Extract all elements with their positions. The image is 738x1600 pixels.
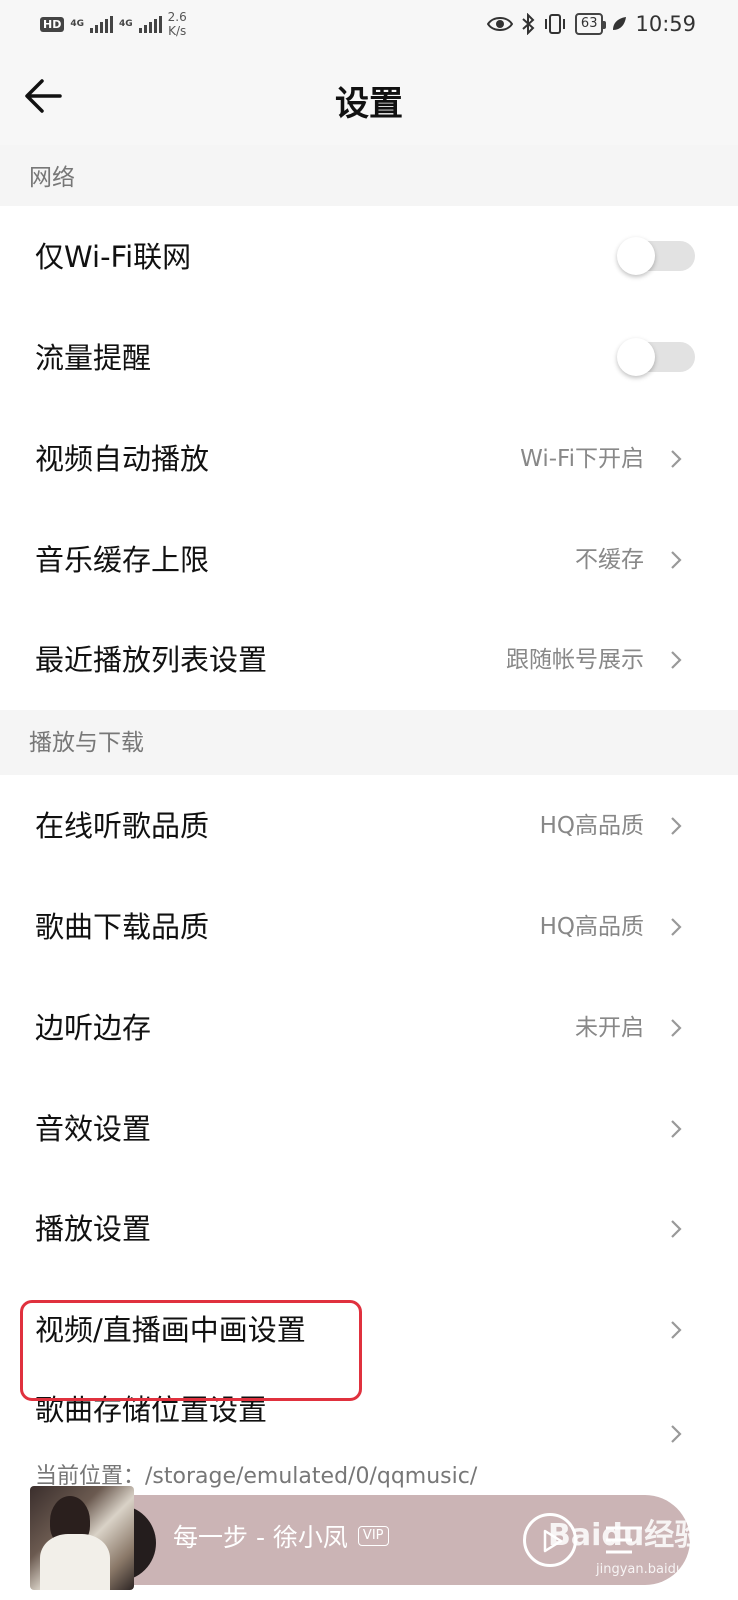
chevron-right-icon bbox=[671, 450, 682, 468]
row-value: 未开启 bbox=[575, 1015, 644, 1041]
chevron-right-icon bbox=[671, 1120, 682, 1138]
row-value: 不缓存 bbox=[575, 547, 644, 573]
row-recent-playlist[interactable]: 最近播放列表设置 跟随帐号展示 bbox=[0, 609, 738, 711]
chevron-right-icon bbox=[671, 1321, 682, 1339]
row-label: 歌曲下载品质 bbox=[35, 910, 210, 944]
network-speed: 2.6 K/s bbox=[168, 10, 187, 38]
row-label: 音乐缓存上限 bbox=[35, 543, 210, 577]
song-title: 每一步 - 徐小凤 bbox=[173, 1523, 348, 1552]
row-wifi-only[interactable]: 仅Wi-Fi联网 bbox=[0, 206, 738, 308]
eye-icon bbox=[486, 17, 513, 31]
chevron-right-icon bbox=[671, 1220, 682, 1238]
row-online-quality[interactable]: 在线听歌品质 HQ高品质 bbox=[0, 775, 738, 877]
row-music-cache[interactable]: 音乐缓存上限 不缓存 bbox=[0, 509, 738, 611]
leaf-icon bbox=[613, 17, 627, 30]
status-right: 63 10:59 bbox=[486, 12, 696, 36]
row-playback-settings[interactable]: 播放设置 bbox=[0, 1178, 738, 1280]
highlight-annotation bbox=[20, 1300, 362, 1401]
signal-icon bbox=[90, 15, 113, 33]
row-value: HQ高品质 bbox=[539, 914, 644, 940]
sim1-network-tag: 4G bbox=[70, 18, 84, 29]
row-sound-effects[interactable]: 音效设置 bbox=[0, 1078, 738, 1180]
data-reminder-toggle[interactable] bbox=[617, 338, 695, 376]
chevron-right-icon bbox=[671, 1425, 682, 1443]
chevron-right-icon bbox=[671, 1019, 682, 1037]
sim2-network-tag: 4G bbox=[119, 18, 133, 29]
status-bar: HD 4G 4G 2.6 K/s 63 10:59 bbox=[0, 0, 738, 50]
chevron-right-icon bbox=[671, 817, 682, 835]
vibrate-icon bbox=[544, 14, 565, 34]
watermark-logo: Baidu经验 bbox=[548, 1518, 705, 1553]
watermark-url: jingyan.baidu.com bbox=[596, 1562, 716, 1577]
wifi-only-toggle[interactable] bbox=[617, 237, 695, 275]
row-label: 音效设置 bbox=[35, 1112, 152, 1146]
vip-badge: VIP bbox=[357, 1526, 389, 1546]
signal-icon-2 bbox=[138, 15, 162, 33]
row-label: 流量提醒 bbox=[35, 341, 152, 375]
album-art[interactable] bbox=[30, 1486, 134, 1590]
chevron-right-icon bbox=[671, 551, 682, 569]
clock: 10:59 bbox=[635, 12, 696, 36]
row-cache-while-listening[interactable]: 边听边存 未开启 bbox=[0, 977, 738, 1079]
row-label: 最近播放列表设置 bbox=[35, 643, 268, 677]
row-value: Wi-Fi下开启 bbox=[520, 446, 644, 472]
row-data-reminder[interactable]: 流量提醒 bbox=[0, 307, 738, 409]
row-label: 视频自动播放 bbox=[35, 442, 210, 476]
speed-unit: K/s bbox=[168, 24, 187, 38]
chevron-right-icon bbox=[671, 651, 682, 669]
row-label: 在线听歌品质 bbox=[35, 809, 210, 843]
chevron-right-icon bbox=[671, 918, 682, 936]
row-video-autoplay[interactable]: 视频自动播放 Wi-Fi下开启 bbox=[0, 408, 738, 510]
row-value: HQ高品质 bbox=[539, 813, 644, 839]
now-playing[interactable]: 每一步 - 徐小凤 VIP bbox=[173, 1518, 389, 1554]
row-value: 跟随帐号展示 bbox=[506, 647, 644, 673]
toggle-knob bbox=[617, 237, 655, 275]
row-label: 仅Wi-Fi联网 bbox=[35, 240, 192, 274]
row-label: 边听边存 bbox=[35, 1011, 152, 1045]
battery-icon: 63 bbox=[574, 13, 606, 35]
section-header-playback: 播放与下载 bbox=[0, 710, 738, 776]
row-download-quality[interactable]: 歌曲下载品质 HQ高品质 bbox=[0, 876, 738, 978]
speed-value: 2.6 bbox=[167, 10, 187, 24]
bluetooth-icon bbox=[522, 13, 535, 35]
row-label: 播放设置 bbox=[35, 1212, 152, 1246]
toggle-knob bbox=[617, 338, 655, 376]
status-left: HD 4G 4G 2.6 K/s bbox=[40, 10, 187, 38]
header: 设置 bbox=[0, 50, 738, 145]
hd-badge: HD bbox=[40, 16, 65, 32]
page-title: 设置 bbox=[335, 84, 403, 124]
section-header-network: 网络 bbox=[0, 145, 738, 211]
